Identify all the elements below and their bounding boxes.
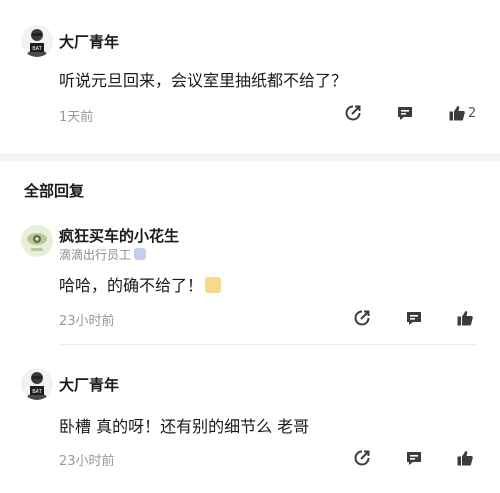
comment-button[interactable] [396,104,414,122]
share-button[interactable] [344,104,362,122]
verified-badge-icon [134,248,147,260]
laughing-emoji-icon [205,277,222,293]
author-name[interactable]: 大厂青年 [59,374,119,395]
share-icon [345,105,361,121]
reply-text: 哈哈，的确不给了！ [59,272,222,296]
post-time: 1天前 [59,110,94,125]
org-label: 滴滴出行员工 [59,248,132,262]
author-name[interactable]: 大厂青年 [59,31,119,52]
share-icon [354,450,370,466]
author-name[interactable]: 疯狂买车的小花生 [59,225,179,246]
post-text: 听说元旦回来，会议室里抽纸都不给了？ [59,71,348,90]
like-button[interactable] [456,449,474,467]
like-button[interactable] [456,309,474,327]
share-button[interactable] [353,309,371,327]
avatar[interactable] [21,225,53,257]
comment-button[interactable] [405,309,423,327]
like-count: 2 [468,106,477,121]
section-divider [0,153,500,161]
reply-text-content: 哈哈，的确不给了！ [59,276,204,295]
svg-text:BAT: BAT [32,389,42,395]
reply-separator [59,344,477,345]
thumbs-up-icon [449,106,465,121]
comment-icon [407,312,421,325]
svg-text:BAT: BAT [32,46,42,52]
thumbs-up-icon [457,451,473,466]
share-icon [354,310,370,326]
reply-time: 23小时前 [59,454,115,469]
like-button[interactable] [448,104,466,122]
thumbs-up-icon [457,311,473,326]
comment-icon [398,107,412,120]
author-org: 滴滴出行员工 [59,246,147,263]
comment-icon [407,452,421,465]
comment-button[interactable] [405,449,423,467]
share-button[interactable] [353,449,371,467]
section-title: 全部回复 [24,182,85,200]
reply-time: 23小时前 [59,314,115,329]
avatar[interactable]: BAT [21,368,53,400]
avatar[interactable]: BAT [21,25,53,57]
reply-text: 卧槽 真的呀！还有别的细节么 老哥 [59,417,310,436]
